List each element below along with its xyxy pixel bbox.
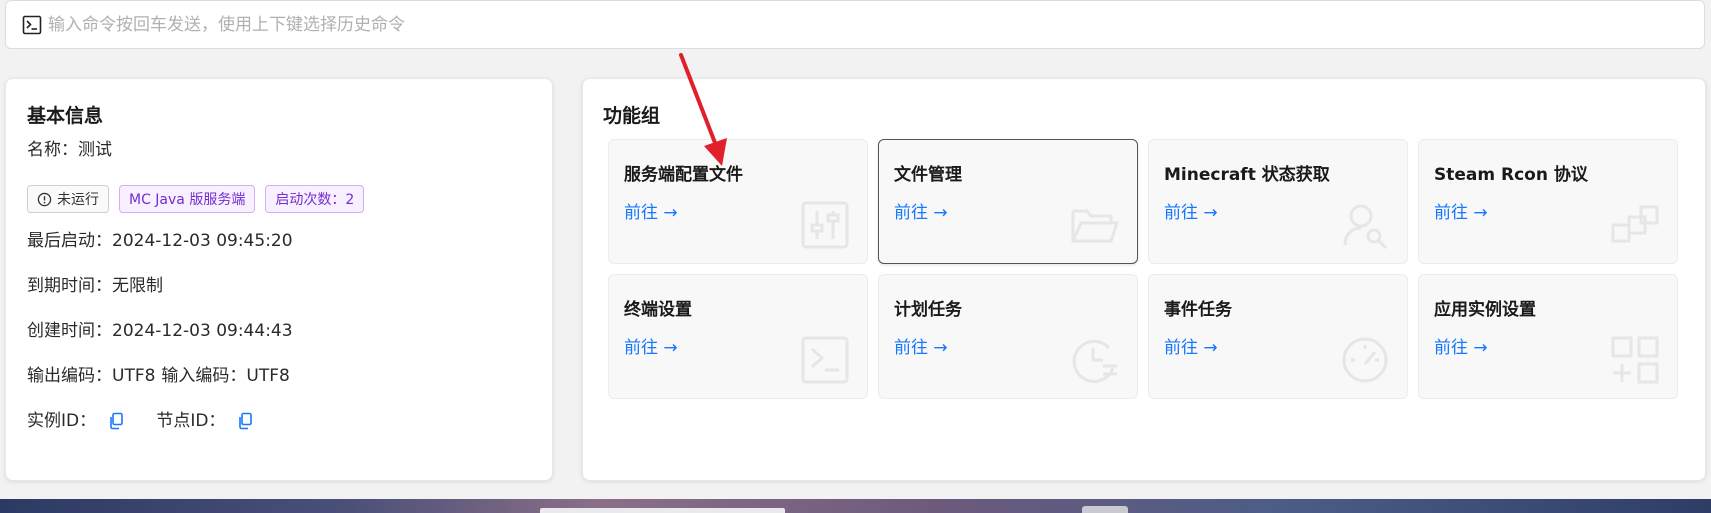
tile-goto-link[interactable]: 前往 → (1164, 333, 1218, 358)
output-encoding-label: 输出编码： (27, 366, 112, 386)
last-start-row: 最后启动：2024-12-03 09:45:20 (27, 226, 293, 251)
dashboard-icon (1342, 337, 1388, 383)
tile-title: 应用实例设置 (1434, 300, 1536, 320)
taskbar-window-preview (1082, 506, 1128, 513)
folder-open-icon (1071, 209, 1120, 243)
taskbar-window-preview (540, 508, 785, 513)
created-value: 2024-12-03 09:44:43 (112, 321, 293, 341)
name-value: 测试 (78, 140, 112, 160)
tile-server-config[interactable]: 服务端配置文件 前往 → (608, 139, 868, 264)
command-input-bar[interactable] (5, 0, 1705, 49)
expire-row: 到期时间：无限制 (27, 271, 163, 296)
id-row: 实例ID： 节点ID： (27, 406, 253, 431)
tile-title: 终端设置 (624, 300, 692, 320)
tile-goto-link[interactable]: 前往 → (1164, 198, 1218, 223)
tile-title: Minecraft 状态获取 (1164, 165, 1330, 185)
app-grid-plus-icon (1611, 336, 1659, 384)
desktop-background-strip (0, 499, 1711, 513)
function-group-card: 功能组 服务端配置文件 前往 → 文件管理 前往 → Minecraft 状态获… (582, 78, 1706, 481)
expire-value: 无限制 (112, 276, 163, 296)
tile-goto-link[interactable]: 前往 → (1434, 198, 1488, 223)
info-circle-icon (37, 192, 52, 207)
tile-title: Steam Rcon 协议 (1434, 165, 1588, 185)
basic-info-title: 基本信息 (27, 105, 104, 127)
tile-title: 计划任务 (894, 300, 962, 320)
command-input[interactable] (48, 14, 1704, 35)
tile-title: 文件管理 (894, 165, 962, 185)
basic-info-card: 基本信息 名称：测试 未运行 MC Java 版服务端 启动次数：2 最后启动：… (5, 78, 553, 481)
created-label: 创建时间： (27, 321, 112, 341)
tile-title: 事件任务 (1164, 300, 1232, 320)
output-encoding-value: UTF8 (112, 366, 156, 386)
tile-goto-link[interactable]: 前往 → (1434, 333, 1488, 358)
copy-node-id-icon[interactable] (237, 412, 253, 430)
input-encoding-value: UTF8 (246, 366, 290, 386)
status-label: 未运行 (57, 192, 99, 208)
function-group-title: 功能组 (603, 105, 661, 127)
tile-scheduled-tasks[interactable]: 计划任务 前往 → (878, 274, 1138, 399)
tile-goto-link[interactable]: 前往 → (624, 198, 678, 223)
name-label: 名称： (27, 140, 78, 160)
last-start-value: 2024-12-03 09:45:20 (112, 231, 293, 251)
last-start-label: 最后启动： (27, 231, 112, 251)
tile-goto-link[interactable]: 前往 → (624, 333, 678, 358)
instance-name-row: 名称：测试 (27, 135, 112, 160)
type-badge: MC Java 版服务端 (119, 185, 256, 213)
tile-event-tasks[interactable]: 事件任务 前往 → (1148, 274, 1408, 399)
blocks-icon (1611, 205, 1659, 243)
tile-title: 服务端配置文件 (624, 165, 743, 185)
tile-steam-rcon[interactable]: Steam Rcon 协议 前往 → (1418, 139, 1678, 264)
tile-file-management[interactable]: 文件管理 前往 → (878, 139, 1138, 264)
node-id-label: 节点ID： (156, 411, 226, 431)
expire-label: 到期时间： (27, 276, 112, 296)
clock-arrow-icon (1072, 339, 1117, 383)
input-encoding-label: 输入编码： (161, 366, 247, 386)
encoding-row: 输出编码：UTF8 输入编码：UTF8 (27, 361, 290, 386)
created-row: 创建时间：2024-12-03 09:44:43 (27, 316, 293, 341)
tile-terminal-settings[interactable]: 终端设置 前往 → (608, 274, 868, 399)
tile-goto-link[interactable]: 前往 → (894, 198, 948, 223)
user-search-icon (1343, 204, 1388, 250)
status-tags: 未运行 MC Java 版服务端 启动次数：2 (27, 185, 365, 213)
terminal-icon (801, 336, 849, 384)
copy-instance-id-icon[interactable] (108, 412, 124, 430)
terminal-icon (22, 15, 42, 35)
instance-id-label: 实例ID： (27, 411, 97, 431)
tile-minecraft-status[interactable]: Minecraft 状态获取 前往 → (1148, 139, 1408, 264)
tile-goto-link[interactable]: 前往 → (894, 333, 948, 358)
sliders-icon (801, 201, 849, 249)
start-count-badge: 启动次数：2 (265, 185, 365, 213)
tile-instance-settings[interactable]: 应用实例设置 前往 → (1418, 274, 1678, 399)
status-badge: 未运行 (27, 185, 109, 213)
